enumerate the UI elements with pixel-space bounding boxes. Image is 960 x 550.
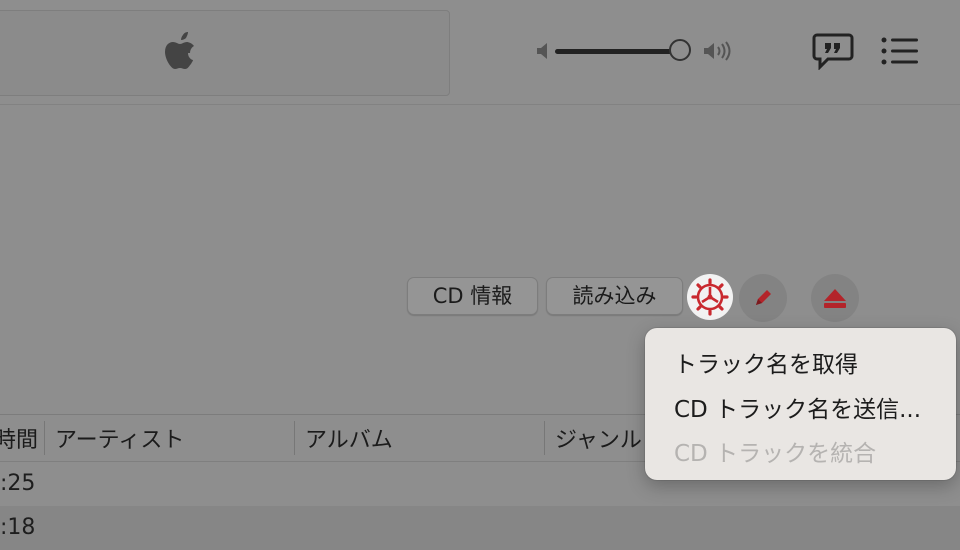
menu-item-get-track-names[interactable]: トラック名を取得 xyxy=(674,345,858,379)
list-icon[interactable] xyxy=(880,36,920,66)
track-time: :18 xyxy=(0,515,36,540)
edit-button[interactable] xyxy=(739,274,787,322)
cd-options-button[interactable] xyxy=(687,274,733,320)
column-header-album[interactable]: アルバム xyxy=(305,415,540,461)
speaker-low-icon xyxy=(537,43,547,59)
import-button[interactable]: 読み込み xyxy=(546,277,683,315)
speaker-high-icon xyxy=(704,41,731,61)
apple-logo xyxy=(165,32,194,69)
pencil-icon xyxy=(756,290,771,305)
volume-slider-knob[interactable] xyxy=(669,39,691,61)
menu-item-join-tracks: CD トラックを統合 xyxy=(674,441,877,467)
table-row[interactable]: :18 xyxy=(0,506,960,550)
quote-bubble-icon[interactable] xyxy=(812,32,854,70)
cd-options-menu: トラック名を取得 CD トラック名を送信... CD トラックを統合 xyxy=(645,328,956,480)
cd-info-button[interactable]: CD 情報 xyxy=(407,277,538,315)
lcd-display xyxy=(0,10,450,96)
column-separator[interactable] xyxy=(44,421,45,455)
column-header-time[interactable]: 時間 xyxy=(0,415,38,461)
column-separator[interactable] xyxy=(544,421,545,455)
column-separator[interactable] xyxy=(294,421,295,455)
column-header-artist[interactable]: アーティスト xyxy=(55,415,290,461)
eject-icon xyxy=(824,289,846,308)
eject-button[interactable] xyxy=(811,274,859,322)
gear-icon xyxy=(691,278,729,316)
volume-slider-track[interactable] xyxy=(555,49,683,54)
menu-item-submit-track-names[interactable]: CD トラック名を送信... xyxy=(674,390,921,424)
track-time: :25 xyxy=(0,471,36,496)
toolbar xyxy=(0,0,960,105)
